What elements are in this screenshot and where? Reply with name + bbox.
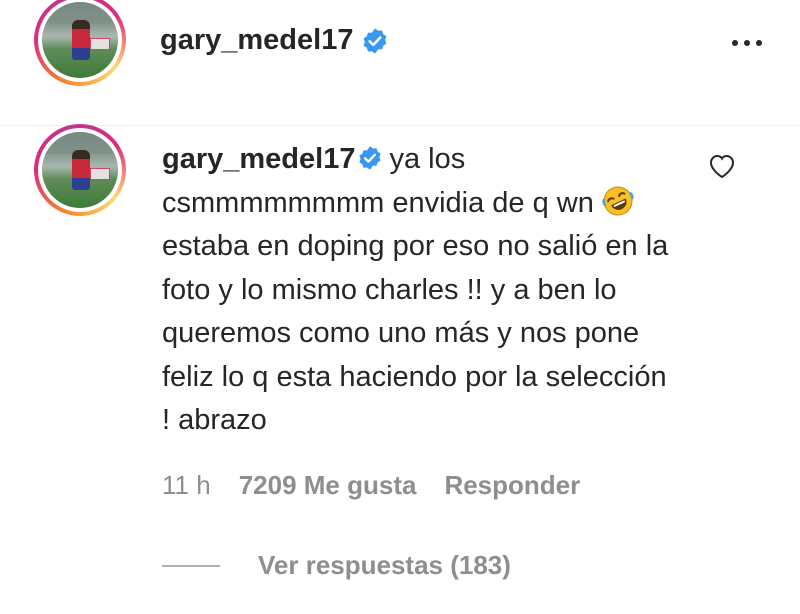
replies-divider bbox=[162, 564, 220, 567]
more-options-icon[interactable] bbox=[732, 28, 772, 58]
post-author[interactable]: gary_medel17 bbox=[160, 24, 389, 57]
comment-body: gary_medel17 ya los csmmmmmmmm envidia de… bbox=[162, 138, 682, 443]
view-replies-button[interactable]: Ver respuestas (183) bbox=[162, 550, 511, 581]
comment-username[interactable]: gary_medel17 bbox=[162, 143, 355, 175]
comment-text-part2: estaba en doping por eso no salió en la … bbox=[162, 230, 669, 436]
comment-time[interactable]: 11 h bbox=[162, 470, 211, 501]
comment-story-avatar[interactable] bbox=[34, 124, 126, 216]
comment-meta: 11 h 7209 Me gusta Responder bbox=[162, 470, 580, 501]
post-author-username[interactable]: gary_medel17 bbox=[160, 24, 353, 57]
story-avatar[interactable] bbox=[34, 0, 126, 86]
view-replies-label[interactable]: Ver respuestas (183) bbox=[258, 550, 511, 581]
post-header: gary_medel17 bbox=[0, 0, 800, 126]
comment-likes[interactable]: 7209 Me gusta bbox=[239, 470, 417, 501]
reply-button[interactable]: Responder bbox=[444, 470, 580, 501]
avatar bbox=[42, 132, 118, 208]
rolling-on-floor-laughing-emoji-icon bbox=[602, 186, 634, 215]
verified-badge-icon bbox=[364, 27, 387, 54]
verified-badge-icon bbox=[359, 146, 382, 170]
avatar bbox=[42, 2, 118, 78]
heart-icon[interactable] bbox=[706, 150, 738, 182]
